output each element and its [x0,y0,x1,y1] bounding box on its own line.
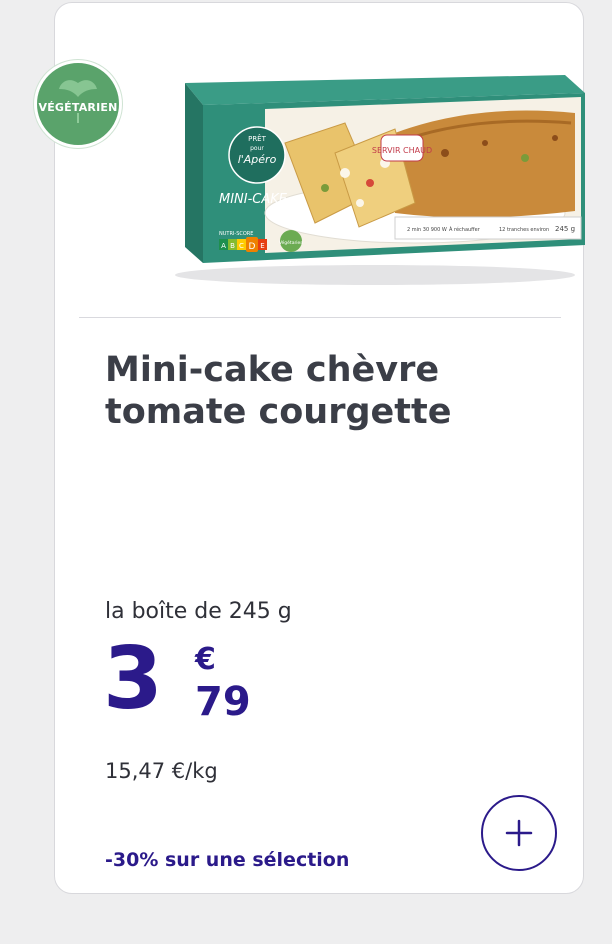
vegetarian-badge: VÉGÉTARIEN [34,60,122,148]
price-per-kg: 15,47 €/kg [105,759,218,783]
svg-text:12 tranches environ: 12 tranches environ [499,227,549,233]
package-info-strip: 2 min 30 900 W À réchauffer 12 tranches … [394,216,582,240]
price-currency: € [195,642,216,677]
promo-text[interactable]: -30% sur une sélection [105,849,349,871]
svg-text:245 g: 245 g [555,225,575,233]
product-card[interactable]: PRÊT pour l'Apéro MINI-CAKE SERVIR CHAUD… [54,2,585,894]
package-brand-line-3: l'Apéro [238,153,277,166]
nutri-score-scale: A B C D E [219,237,267,252]
product-image[interactable]: PRÊT pour l'Apéro MINI-CAKE SERVIR CHAUD… [145,63,585,293]
package-nutri-label: NUTRI-SCORE [219,231,253,237]
package-brand-line-2: pour [250,145,264,152]
package-brand-line-1: PRÊT [248,134,267,143]
product-package-illustration: PRÊT pour l'Apéro MINI-CAKE SERVIR CHAUD… [175,75,585,285]
package-product-name: MINI-CAKE [219,192,288,207]
svg-text:D: D [249,242,256,252]
svg-text:À réchauffer: À réchauffer [449,226,481,233]
divider [79,317,561,318]
package-veg-mark: Végétarien [279,239,304,246]
price-integer: 3 [103,629,163,729]
add-to-cart-button[interactable] [481,795,557,871]
unit-label: la boîte de 245 g [105,599,292,624]
svg-text:B: B [230,242,235,250]
svg-text:E: E [260,242,264,250]
price-cents: 79 [195,679,251,725]
svg-text:2 min 30 900 W: 2 min 30 900 W [407,227,447,233]
svg-text:A: A [221,242,226,250]
product-title[interactable]: Mini-cake chèvre tomate courgette [105,349,535,433]
plus-icon [505,819,533,847]
package-serve-hint: SERVIR CHAUD [372,146,432,155]
svg-text:C: C [239,242,244,250]
vegetarian-badge-label: VÉGÉTARIEN [38,101,118,114]
